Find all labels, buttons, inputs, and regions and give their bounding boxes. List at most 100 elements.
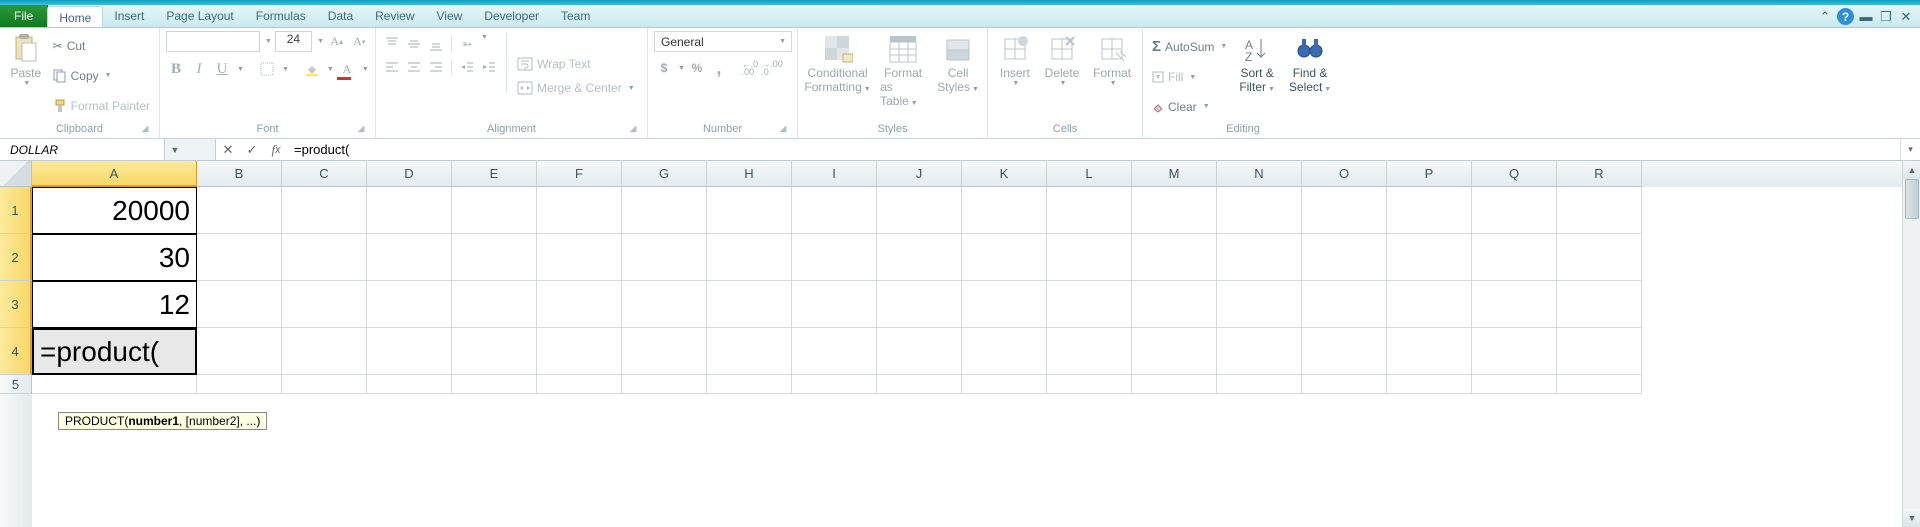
cell-B4[interactable] <box>197 328 282 375</box>
format-as-table-button[interactable]: Formatas Table▼ <box>875 31 931 121</box>
cell-N4[interactable] <box>1217 328 1302 375</box>
column-header-R[interactable]: R <box>1557 161 1642 187</box>
column-header-C[interactable]: C <box>282 161 367 187</box>
cell-R4[interactable] <box>1557 328 1642 375</box>
cell-M2[interactable] <box>1132 234 1217 281</box>
row-headers[interactable]: 12345 <box>0 187 32 527</box>
cell-M5[interactable] <box>1132 375 1217 394</box>
cell-Q2[interactable] <box>1472 234 1557 281</box>
column-header-L[interactable]: L <box>1047 161 1132 187</box>
column-header-I[interactable]: I <box>792 161 877 187</box>
cell-G5[interactable] <box>622 375 707 394</box>
cell-K4[interactable] <box>962 328 1047 375</box>
formula-input[interactable]: =product( <box>288 142 1900 157</box>
orientation-icon[interactable]: ➳ <box>457 34 477 54</box>
cell-Q1[interactable] <box>1472 187 1557 234</box>
column-header-H[interactable]: H <box>707 161 792 187</box>
cell-P5[interactable] <box>1387 375 1472 394</box>
conditional-formatting-button[interactable]: ConditionalFormatting▼ <box>804 31 871 121</box>
align-right-icon[interactable] <box>426 57 446 77</box>
fx-icon[interactable]: fx <box>264 142 288 158</box>
cell-H2[interactable] <box>707 234 792 281</box>
window-close-icon[interactable]: ✕ <box>1898 9 1914 25</box>
cell-L4[interactable] <box>1047 328 1132 375</box>
window-minimize-icon[interactable]: ▬ <box>1858 9 1874 25</box>
cell-E5[interactable] <box>452 375 537 394</box>
cell-L5[interactable] <box>1047 375 1132 394</box>
paste-button[interactable]: Paste ▼ <box>6 31 46 121</box>
minimize-ribbon-icon[interactable]: ⌃ <box>1817 9 1833 25</box>
tab-file[interactable]: File <box>0 5 48 27</box>
dialog-launcher-icon[interactable]: ◢ <box>627 123 639 135</box>
cell-I3[interactable] <box>792 281 877 328</box>
cell-F5[interactable] <box>537 375 622 394</box>
column-header-M[interactable]: M <box>1132 161 1217 187</box>
cell-D1[interactable] <box>367 187 452 234</box>
align-bottom-icon[interactable] <box>426 34 446 54</box>
align-center-icon[interactable] <box>404 57 424 77</box>
fill-color-button[interactable] <box>302 59 322 79</box>
tab-insert[interactable]: Insert <box>103 5 155 27</box>
cell-E1[interactable] <box>452 187 537 234</box>
tab-review[interactable]: Review <box>364 5 425 27</box>
chevron-down-icon[interactable]: ▼ <box>237 66 244 73</box>
format-cells-button[interactable]: Format▼ <box>1088 31 1136 121</box>
font-color-button[interactable]: A <box>337 59 357 79</box>
cell-A5[interactable] <box>32 375 197 394</box>
cell-G2[interactable] <box>622 234 707 281</box>
tab-page-layout[interactable]: Page Layout <box>155 5 244 27</box>
cell-D5[interactable] <box>367 375 452 394</box>
tab-formulas[interactable]: Formulas <box>245 5 317 27</box>
font-size-selector[interactable]: 24 <box>275 31 312 52</box>
decrease-font-icon[interactable]: A▾ <box>350 32 370 52</box>
scroll-thumb[interactable] <box>1905 179 1919 219</box>
cell-R5[interactable] <box>1557 375 1642 394</box>
cell-D2[interactable] <box>367 234 452 281</box>
column-header-D[interactable]: D <box>367 161 452 187</box>
cell-G3[interactable] <box>622 281 707 328</box>
increase-decimal-icon[interactable]: ←.0.00 <box>740 58 760 78</box>
cell-I2[interactable] <box>792 234 877 281</box>
cell-H4[interactable] <box>707 328 792 375</box>
cell-F2[interactable] <box>537 234 622 281</box>
tab-view[interactable]: View <box>426 5 474 27</box>
window-restore-icon[interactable]: ❐ <box>1878 9 1894 25</box>
column-header-G[interactable]: G <box>622 161 707 187</box>
chevron-down-icon[interactable]: ▼ <box>327 66 334 73</box>
dialog-launcher-icon[interactable]: ◢ <box>777 123 789 135</box>
enter-formula-icon[interactable]: ✓ <box>240 142 264 158</box>
chevron-down-icon[interactable]: ▼ <box>774 38 791 45</box>
cell-J1[interactable] <box>877 187 962 234</box>
chevron-down-icon[interactable]: ▼ <box>265 38 272 45</box>
bold-button[interactable]: B <box>166 59 186 79</box>
cell-I1[interactable] <box>792 187 877 234</box>
cell-E3[interactable] <box>452 281 537 328</box>
cell-N5[interactable] <box>1217 375 1302 394</box>
scroll-down-icon[interactable]: ▼ <box>1903 509 1920 527</box>
row-header-3[interactable]: 3 <box>0 281 32 328</box>
cell-Q3[interactable] <box>1472 281 1557 328</box>
cell-N3[interactable] <box>1217 281 1302 328</box>
cell-E4[interactable] <box>452 328 537 375</box>
help-icon[interactable]: ? <box>1837 8 1854 25</box>
cell-G4[interactable] <box>622 328 707 375</box>
dialog-launcher-icon[interactable]: ◢ <box>355 123 367 135</box>
column-header-N[interactable]: N <box>1217 161 1302 187</box>
cell-R1[interactable] <box>1557 187 1642 234</box>
cell-H1[interactable] <box>707 187 792 234</box>
cells-area[interactable]: 200003012=product( <box>32 187 1920 527</box>
cell-C5[interactable] <box>282 375 367 394</box>
column-headers[interactable]: ABCDEFGHIJKLMNOPQR <box>32 161 1920 187</box>
cell-P1[interactable] <box>1387 187 1472 234</box>
cell-A2[interactable]: 30 <box>32 234 197 281</box>
column-header-P[interactable]: P <box>1387 161 1472 187</box>
cell-R2[interactable] <box>1557 234 1642 281</box>
accounting-format-icon[interactable]: $ <box>654 58 674 78</box>
cell-D3[interactable] <box>367 281 452 328</box>
cell-K5[interactable] <box>962 375 1047 394</box>
number-format-select[interactable]: General <box>655 35 772 49</box>
cell-O2[interactable] <box>1302 234 1387 281</box>
percent-format-icon[interactable]: % <box>687 58 707 78</box>
cell-Q5[interactable] <box>1472 375 1557 394</box>
column-header-B[interactable]: B <box>197 161 282 187</box>
